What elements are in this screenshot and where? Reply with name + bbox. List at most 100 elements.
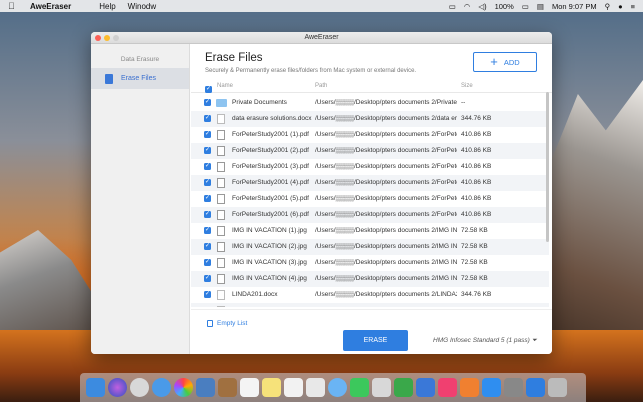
dock [80, 373, 586, 402]
row-checkbox[interactable]: ✓ [204, 179, 211, 186]
aweeraser-dock-icon[interactable] [526, 378, 545, 397]
row-checkbox[interactable]: ✓ [204, 259, 211, 266]
row-checkbox[interactable]: ✓ [204, 131, 211, 138]
wifi-icon[interactable]: ◠ [464, 2, 471, 11]
siri-icon[interactable]: ● [618, 2, 623, 11]
row-checkbox[interactable]: ✓ [204, 275, 211, 282]
preview-icon[interactable] [196, 378, 215, 397]
battery-percent: 100% [494, 1, 514, 11]
contacts-icon[interactable] [218, 378, 237, 397]
table-row[interactable]: ✓ ForPeterStudy2001 (3).pdf/Users/▒▒▒▒/De… [191, 159, 549, 175]
table-row[interactable]: ✓ ForPeterStudy2001 (2).pdf/Users/▒▒▒▒/De… [191, 143, 549, 159]
minimize-window-button[interactable] [104, 35, 110, 41]
file-icon [217, 210, 225, 220]
file-path: /Users/▒▒▒▒/Desktop/pters documents 2/Fo… [315, 211, 457, 218]
table-row[interactable]: ✓ Private Documents/Users/▒▒▒▒/Desktop/pt… [191, 95, 549, 111]
file-size: 344.76 KB [461, 115, 492, 122]
table-row[interactable]: ✓PETER201.docx/Users/▒▒▒▒/Desktop/pters … [191, 303, 549, 307]
finder-icon[interactable] [86, 378, 105, 397]
launchpad-icon[interactable] [130, 378, 149, 397]
row-checkbox[interactable]: ✓ [204, 243, 211, 250]
plus-icon: + [490, 54, 498, 69]
window-titlebar[interactable]: AweEraser [91, 32, 552, 44]
footer: Empty List ERASE HMG Infosec Standard 5 … [191, 309, 552, 354]
sidebar-item-erase-files[interactable]: Erase Files [91, 68, 189, 89]
scrollbar[interactable] [546, 92, 549, 242]
reminders-icon[interactable] [284, 378, 303, 397]
trash-dock-icon[interactable] [548, 378, 567, 397]
file-size: 410.86 KB [461, 147, 492, 154]
flag-icon[interactable]: ▤ [537, 2, 544, 11]
table-row[interactable]: ✓ IMG IN VACATION (4).jpg/Users/▒▒▒▒/Desk… [191, 271, 549, 287]
file-name: data erasure solutions.docx [232, 115, 312, 122]
app-store-icon[interactable] [482, 378, 501, 397]
empty-list-button[interactable]: Empty List [207, 320, 247, 327]
row-checkbox[interactable]: ✓ [204, 227, 211, 234]
table-row[interactable]: ✓ IMG IN VACATION (3).jpg/Users/▒▒▒▒/Desk… [191, 255, 549, 271]
close-window-button[interactable] [95, 35, 101, 41]
facetime-icon[interactable] [350, 378, 369, 397]
battery-icon[interactable]: ▭ [522, 2, 529, 11]
row-checkbox[interactable]: ✓ [204, 211, 211, 218]
menu-help[interactable]: Help [99, 2, 115, 11]
maps-icon[interactable] [306, 378, 325, 397]
table-row[interactable]: ✓ data erasure solutions.docx/Users/▒▒▒▒/… [191, 111, 549, 127]
row-checkbox[interactable]: ✓ [204, 99, 211, 106]
algorithm-select[interactable]: HMG Infosec Standard 5 (1 pass) ⏷ [433, 337, 537, 345]
table-row[interactable]: ✓ IMG IN VACATION (2).jpg/Users/▒▒▒▒/Desk… [191, 239, 549, 255]
music-icon[interactable] [438, 378, 457, 397]
sidebar-item-label: Erase Files [121, 75, 157, 82]
search-icon[interactable]: ⚲ [605, 2, 611, 11]
file-size: 72.58 KB [461, 243, 488, 250]
numbers-icon[interactable] [394, 378, 413, 397]
file-icon [217, 258, 225, 268]
row-checkbox[interactable]: ✓ [204, 163, 211, 170]
pages-icon[interactable] [372, 378, 391, 397]
volume-icon[interactable]: ◁) [478, 2, 486, 11]
menubar-status-area: ▭ ◠ ◁) 100% ▭ ▤ Mon 9:07 PM ⚲ ● ≡ [449, 0, 635, 12]
table-row[interactable]: ✓ IMG IN VACATION (1).jpg/Users/▒▒▒▒/Desk… [191, 223, 549, 239]
notes-icon[interactable] [262, 378, 281, 397]
messages-icon[interactable] [328, 378, 347, 397]
row-checkbox[interactable]: ✓ [204, 291, 211, 298]
table-row[interactable]: ✓ ForPeterStudy2001 (5).pdf/Users/▒▒▒▒/De… [191, 191, 549, 207]
table-row[interactable]: ✓ ForPeterStudy2001 (4).pdf/Users/▒▒▒▒/De… [191, 175, 549, 191]
file-name: ForPeterStudy2001 (6).pdf [232, 211, 309, 218]
photos-icon[interactable] [174, 378, 193, 397]
file-name: Private Documents [232, 99, 287, 106]
folder-icon [216, 99, 227, 107]
column-header-name[interactable]: Name [217, 83, 233, 89]
books-icon[interactable] [460, 378, 479, 397]
file-path: /Users/▒▒▒▒/Desktop/pters documents 2/Fo… [315, 131, 457, 138]
file-size: 72.58 KB [461, 227, 488, 234]
system-preferences-icon[interactable] [504, 378, 523, 397]
notification-center-icon[interactable]: ≡ [631, 2, 635, 11]
safari-icon[interactable] [152, 378, 171, 397]
add-button[interactable]: + ADD [473, 52, 537, 72]
document-icon [217, 306, 225, 307]
siri-dock-icon[interactable] [108, 378, 127, 397]
menu-window[interactable]: Winodw [128, 2, 156, 11]
column-header-size[interactable]: Size [461, 83, 473, 89]
keynote-icon[interactable] [416, 378, 435, 397]
file-path: /Users/▒▒▒▒/Desktop/pters documents 2/LI… [315, 291, 457, 298]
clock[interactable]: Mon 9:07 PM [552, 2, 597, 11]
table-row[interactable]: ✓ ForPeterStudy2001 (6).pdf/Users/▒▒▒▒/De… [191, 207, 549, 223]
file-size: 72.58 KB [461, 259, 488, 266]
airplay-icon[interactable]: ▭ [449, 2, 456, 11]
table-row[interactable]: ✓ ForPeterStudy2001 (1).pdf/Users/▒▒▒▒/De… [191, 127, 549, 143]
table-row[interactable]: ✓ LINDA201.docx/Users/▒▒▒▒/Desktop/pters … [191, 287, 549, 303]
erase-button[interactable]: ERASE [343, 330, 408, 351]
row-checkbox[interactable]: ✓ [204, 147, 211, 154]
calendar-icon[interactable] [240, 378, 259, 397]
file-icon [217, 274, 225, 284]
row-checkbox[interactable]: ✓ [204, 115, 211, 122]
file-path: /Users/▒▒▒▒/Desktop/pters documents 2/IM… [315, 259, 457, 266]
zoom-window-button[interactable] [113, 35, 119, 41]
menu-app-name[interactable]: AweEraser [30, 2, 71, 11]
row-checkbox[interactable]: ✓ [204, 195, 211, 202]
apple-menu-icon[interactable]:  [8, 1, 18, 11]
file-list: ✓ Private Documents/Users/▒▒▒▒/Desktop/pt… [191, 95, 552, 307]
column-header-path[interactable]: Path [315, 83, 327, 89]
table-header: ✓ Name Path Size [191, 80, 552, 93]
